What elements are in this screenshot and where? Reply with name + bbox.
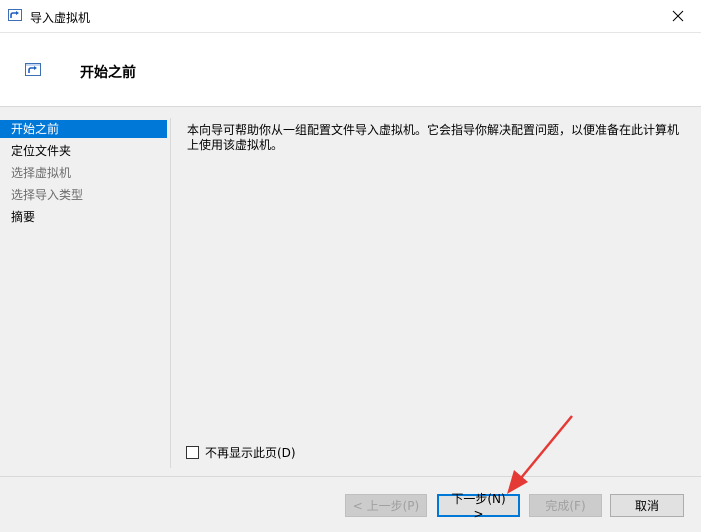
dont-show-again-option[interactable]: 不再显示此页(D) xyxy=(186,444,296,460)
wizard-steps-sidebar: 开始之前 定位文件夹 选择虚拟机 选择导入类型 摘要 xyxy=(0,118,171,468)
sidebar-item-choose-import-type: 选择导入类型 xyxy=(11,188,84,202)
wizard-description: 本向导可帮助你从一组配置文件导入虚拟机。它会指导你解决配置问题，以便准备在此计算… xyxy=(187,123,680,152)
wizard-icon xyxy=(25,63,41,80)
sidebar-item-summary[interactable]: 摘要 xyxy=(0,208,167,226)
window-title: 导入虚拟机 xyxy=(30,11,91,25)
next-button[interactable]: 下一步(N) > xyxy=(437,492,520,521)
cancel-button[interactable]: 取消 xyxy=(610,494,684,517)
previous-button[interactable]: < 上一步(P) xyxy=(345,494,427,517)
app-icon xyxy=(8,9,22,24)
sidebar-item-locate-folder[interactable]: 定位文件夹 xyxy=(0,142,167,160)
dont-show-again-checkbox[interactable] xyxy=(186,445,199,459)
close-button[interactable] xyxy=(655,0,701,32)
title-bar: 导入虚拟机 xyxy=(0,0,701,33)
wizard-header: 开始之前 xyxy=(0,33,701,107)
dont-show-again-label[interactable]: 不再显示此页(D) xyxy=(205,444,296,461)
footer-divider xyxy=(0,476,701,477)
sidebar-item-select-vm: 选择虚拟机 xyxy=(11,166,72,180)
sidebar-item-before-you-begin[interactable]: 开始之前 xyxy=(0,120,167,138)
page-title: 开始之前 xyxy=(80,65,136,81)
finish-button[interactable]: 完成(F) xyxy=(529,494,602,517)
close-icon xyxy=(672,10,684,22)
